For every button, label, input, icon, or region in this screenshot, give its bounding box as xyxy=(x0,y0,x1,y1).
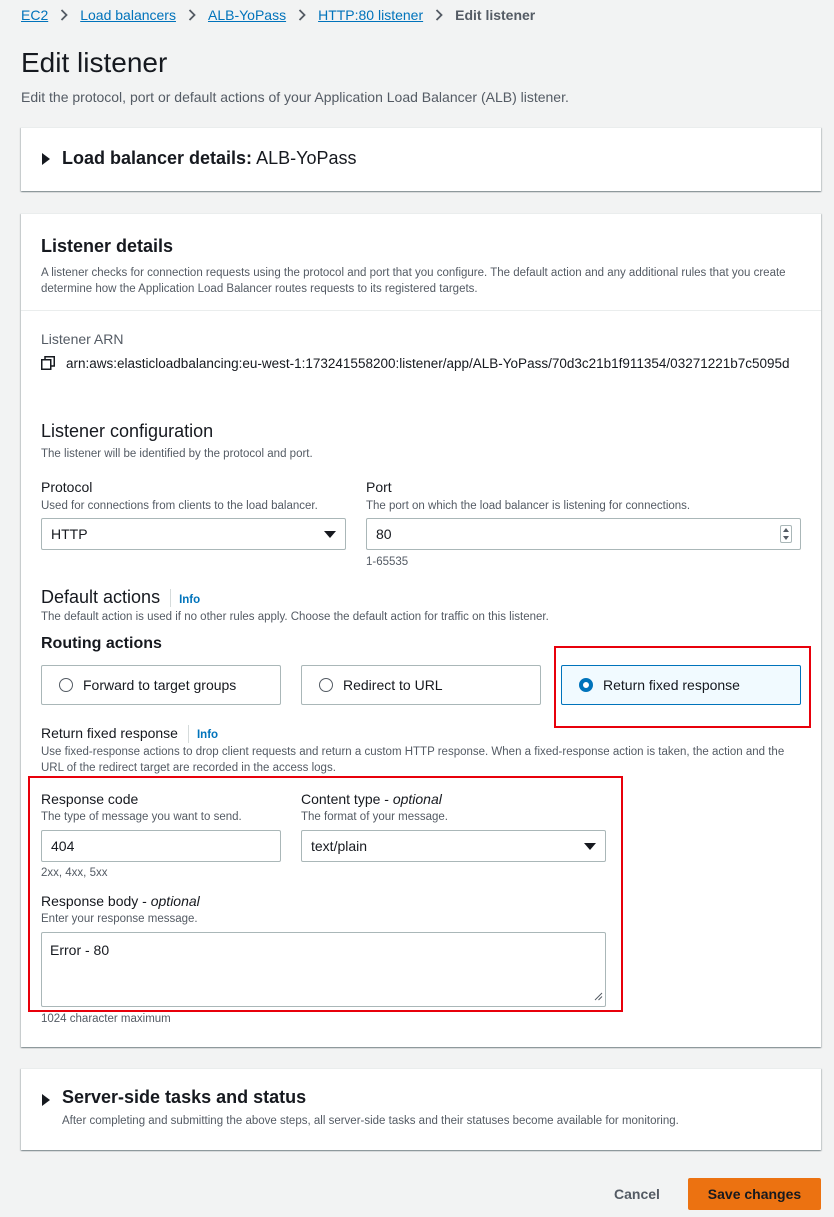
breadcrumb-load-balancers[interactable]: Load balancers xyxy=(80,7,176,23)
port-value: 80 xyxy=(376,526,392,542)
listener-arn-value: arn:aws:elasticloadbalancing:eu-west-1:1… xyxy=(66,356,790,371)
port-hint: 1-65535 xyxy=(366,556,409,568)
fixed-response-description: Use fixed-response actions to drop clien… xyxy=(41,746,785,774)
caret-down-icon xyxy=(324,530,336,538)
chevron-right-icon xyxy=(435,9,443,21)
server-side-tasks-description: After completing and submitting the abov… xyxy=(62,1115,679,1127)
listener-arn-label: Listener ARN xyxy=(41,331,124,347)
listener-details-description: A listener checks for connection request… xyxy=(41,267,786,295)
routing-actions-title: Routing actions xyxy=(41,635,162,652)
breadcrumb-alb-yopass[interactable]: ALB-YoPass xyxy=(208,7,286,23)
radio-redirect-url[interactable]: Redirect to URL xyxy=(301,665,541,705)
radio-label: Forward to target groups xyxy=(83,677,237,693)
listener-configuration-title: Listener configuration xyxy=(41,421,214,441)
highlight-box-fixed-response xyxy=(28,776,623,1012)
port-label: Port xyxy=(366,479,392,495)
default-actions-description: The default action is used if no other r… xyxy=(41,611,549,623)
response-body-hint: 1024 character maximum xyxy=(41,1013,171,1025)
load-balancer-details-panel[interactable]: Load balancer details: ALB-YoPass xyxy=(21,127,821,191)
number-spinner-icon[interactable] xyxy=(780,525,792,543)
page-description: Edit the protocol, port or default actio… xyxy=(21,89,569,105)
fixed-response-info-link[interactable]: Info xyxy=(197,729,218,741)
listener-configuration-description: The listener will be identified by the p… xyxy=(41,448,313,460)
port-description: The port on which the load balancer is l… xyxy=(366,500,691,512)
breadcrumb-ec2[interactable]: EC2 xyxy=(21,7,48,23)
default-actions-info-link[interactable]: Info xyxy=(179,594,200,606)
chevron-right-icon xyxy=(60,9,69,21)
caret-right-icon[interactable] xyxy=(41,152,51,170)
listener-details-panel: Listener details A listener checks for c… xyxy=(21,213,821,1047)
port-input[interactable]: 80 xyxy=(366,518,801,550)
chevron-right-icon xyxy=(188,9,196,21)
default-actions-title: Default actions xyxy=(41,587,161,607)
radio-label: Redirect to URL xyxy=(343,677,443,693)
radio-button[interactable] xyxy=(319,678,333,692)
radio-forward-target-groups[interactable]: Forward to target groups xyxy=(41,665,281,705)
protocol-label: Protocol xyxy=(41,479,93,495)
protocol-value: HTTP xyxy=(51,526,88,542)
server-side-tasks-panel[interactable]: Server-side tasks and status After compl… xyxy=(21,1068,821,1150)
load-balancer-details-label: Load balancer details: xyxy=(62,148,253,168)
listener-details-title: Listener details xyxy=(41,236,174,256)
fixed-response-title: Return fixed response xyxy=(41,725,178,741)
protocol-description: Used for connections from clients to the… xyxy=(41,500,318,512)
load-balancer-details-heading[interactable]: Load balancer details: ALB-YoPass xyxy=(62,148,356,169)
caret-right-icon[interactable] xyxy=(41,1093,51,1111)
breadcrumb-http-listener[interactable]: HTTP:80 listener xyxy=(318,7,423,23)
server-side-tasks-title[interactable]: Server-side tasks and status xyxy=(62,1087,306,1108)
chevron-right-icon xyxy=(298,9,306,21)
highlight-box-routing xyxy=(554,646,811,728)
page-title: Edit listener xyxy=(21,47,168,78)
load-balancer-name: ALB-YoPass xyxy=(256,148,357,168)
protocol-select[interactable]: HTTP xyxy=(41,518,346,550)
breadcrumb: EC2 Load balancers ALB-YoPass HTTP:80 li… xyxy=(21,6,535,24)
fixed-response-heading: Return fixed response Info xyxy=(41,725,218,744)
cancel-button[interactable]: Cancel xyxy=(603,1178,671,1210)
radio-button[interactable] xyxy=(59,678,73,692)
default-actions-heading: Default actions Info xyxy=(41,587,200,608)
breadcrumb-current: Edit listener xyxy=(455,7,536,23)
listener-details-header: Listener details A listener checks for c… xyxy=(21,214,821,311)
save-changes-button[interactable]: Save changes xyxy=(688,1178,821,1210)
